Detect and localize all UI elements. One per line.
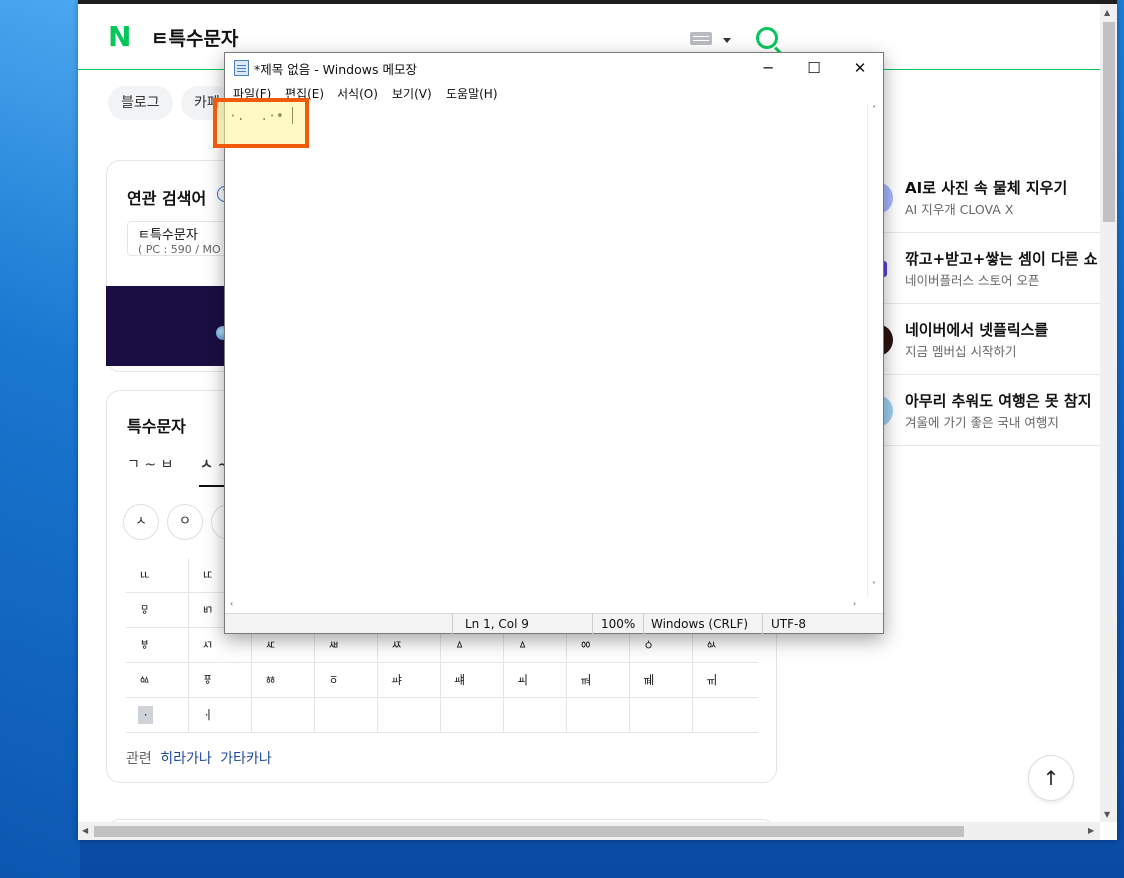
char-cell[interactable]: ㆅ: [252, 663, 315, 697]
naver-logo[interactable]: N: [108, 23, 132, 51]
related-links: 관련 히라가나 가타카나: [126, 748, 272, 768]
cursor-position: Ln 1, Col 9: [465, 617, 529, 631]
menu-bar: 파일(F) 편집(E) 서식(O) 보기(V) 도움말(H): [225, 83, 883, 103]
menu-help[interactable]: 도움말(H): [446, 85, 498, 102]
scroll-right-icon[interactable]: ›: [853, 599, 856, 608]
sidebar-title: AI로 사진 속 물체 지우기: [905, 179, 1068, 197]
scroll-up-icon[interactable]: ▲: [1104, 8, 1110, 17]
char-cell[interactable]: ㆆ: [315, 663, 378, 697]
window-title: *제목 없음 - Windows 메모장: [254, 62, 417, 77]
char-cell[interactable]: ㆎ: [189, 698, 252, 732]
char-cell[interactable]: ㅥ: [126, 558, 189, 592]
editor-vertical-scrollbar[interactable]: ˄ ˅: [867, 103, 883, 597]
char-cell: [567, 698, 630, 732]
search-query[interactable]: ㅌ특수문자: [151, 24, 238, 51]
page-vertical-scrollbar[interactable]: ▲ ▼: [1100, 4, 1117, 822]
table-row: ㆍ ㆎ: [126, 698, 758, 733]
char-cell[interactable]: ㅸ: [126, 628, 189, 662]
chevron-down-icon[interactable]: [723, 38, 731, 43]
char-cell: [378, 698, 441, 732]
notepad-icon: [234, 60, 249, 76]
char-cell-selected[interactable]: ㆍ: [126, 698, 189, 732]
sidebar-title: 아무리 추워도 여행은 못 참지: [905, 392, 1092, 410]
tab-giyeok-bieup[interactable]: ㄱ ~ ㅂ: [127, 454, 173, 474]
table-row: ㆃ ㆄ ㆅ ㆆ ㆇ ㆈ ㆉ ㆊ ㆋ ㆌ: [126, 663, 758, 698]
scrollbar-thumb[interactable]: [1103, 22, 1115, 222]
related-label: 관련: [126, 751, 152, 767]
scroll-right-icon[interactable]: ▶: [1088, 826, 1094, 835]
menu-format[interactable]: 서식(O): [337, 85, 378, 102]
status-divider: [762, 614, 763, 634]
filter-ieung[interactable]: ㅇ: [167, 504, 203, 540]
link-hiragana[interactable]: 히라가나: [160, 751, 212, 767]
line-ending: Windows (CRLF): [651, 617, 749, 631]
search-icon[interactable]: [756, 27, 778, 49]
scrollbar-thumb[interactable]: [94, 826, 964, 837]
text-editor-area[interactable]: ·. .·•: [225, 103, 867, 597]
sidebar-title: 네이버에서 넷플릭스를: [905, 321, 1049, 339]
filter-siot[interactable]: ㅅ: [123, 504, 159, 540]
char-cell: [630, 698, 693, 732]
char-cell: [504, 698, 567, 732]
sidebar-subtitle: 겨울에 가기 좋은 국내 여행지: [905, 415, 1059, 430]
close-button[interactable]: ✕: [837, 53, 883, 83]
char-cell[interactable]: ㆊ: [567, 663, 630, 697]
tab-blog[interactable]: 블로그: [108, 86, 173, 120]
char-cell: [315, 698, 378, 732]
minimize-button[interactable]: ─: [745, 53, 791, 83]
char-cell: [252, 698, 315, 732]
char-cell[interactable]: ㆈ: [441, 663, 504, 697]
scroll-down-icon[interactable]: ▼: [1104, 810, 1110, 819]
page-horizontal-scrollbar[interactable]: ◀ ▶: [78, 822, 1100, 840]
sidebar-ad-item[interactable]: AI로 사진 속 물체 지우기 AI 지우개 CLOVA X: [875, 162, 1105, 233]
sidebar-title: 깎고+받고+쌓는 셈이 다른 쇼: [905, 250, 1098, 268]
char-cell[interactable]: ㆇ: [378, 663, 441, 697]
char-cell[interactable]: ㆃ: [126, 663, 189, 697]
editor-horizontal-scrollbar[interactable]: ‹ ›: [225, 597, 867, 613]
status-divider: [452, 614, 453, 634]
sidebar-subtitle: AI 지우개 CLOVA X: [905, 202, 1014, 217]
char-cell[interactable]: ㆋ: [630, 663, 693, 697]
maximize-button[interactable]: ☐: [791, 53, 837, 83]
char-cell: [441, 698, 504, 732]
notepad-titlebar[interactable]: *제목 없음 - Windows 메모장 ─ ☐ ✕: [225, 53, 883, 83]
related-keywords-title: 연관 검색어: [127, 189, 207, 208]
selected-char: ㆍ: [138, 706, 153, 724]
status-divider: [592, 614, 593, 634]
sidebar-ad-item[interactable]: 아무리 추워도 여행은 못 참지 겨울에 가기 좋은 국내 여행지: [875, 375, 1105, 446]
link-katakana[interactable]: 가타카나: [220, 751, 272, 767]
scroll-left-icon[interactable]: ‹: [230, 599, 233, 608]
char-cell[interactable]: ㆄ: [189, 663, 252, 697]
menu-view[interactable]: 보기(V): [392, 85, 432, 102]
desktop-background: [0, 0, 80, 878]
sidebar-subtitle: 네이버플러스 스토어 오픈: [905, 273, 1040, 288]
char-cell[interactable]: ㆌ: [693, 663, 756, 697]
scroll-down-icon[interactable]: ˅: [872, 581, 876, 590]
keyboard-icon[interactable]: [690, 32, 712, 45]
annotation-highlight-box: [213, 98, 309, 148]
zoom-level: 100%: [601, 617, 636, 631]
scroll-left-icon[interactable]: ◀: [82, 826, 88, 835]
encoding: UTF-8: [771, 617, 806, 631]
sidebar-ad-item[interactable]: 깎고+받고+쌓는 셈이 다른 쇼 네이버플러스 스토어 오픈: [875, 233, 1105, 304]
status-bar: Ln 1, Col 9 100% Windows (CRLF) UTF-8: [225, 613, 883, 634]
sidebar-subtitle: 지금 멤버십 시작하기: [905, 344, 1017, 359]
active-tab-underline: [199, 485, 225, 487]
notepad-window: *제목 없음 - Windows 메모장 ─ ☐ ✕ 파일(F) 편집(E) 서…: [224, 52, 884, 634]
status-divider: [643, 614, 644, 634]
special-chars-title: 특수문자: [127, 417, 186, 436]
char-cell: [693, 698, 756, 732]
scroll-up-icon[interactable]: ˄: [872, 105, 876, 114]
scroll-to-top-button[interactable]: ↑: [1028, 755, 1074, 801]
sidebar-ad-item[interactable]: 네이버에서 넷플릭스를 지금 멤버십 시작하기: [875, 304, 1105, 375]
char-cell[interactable]: ㅱ: [126, 593, 189, 627]
char-cell[interactable]: ㆉ: [504, 663, 567, 697]
